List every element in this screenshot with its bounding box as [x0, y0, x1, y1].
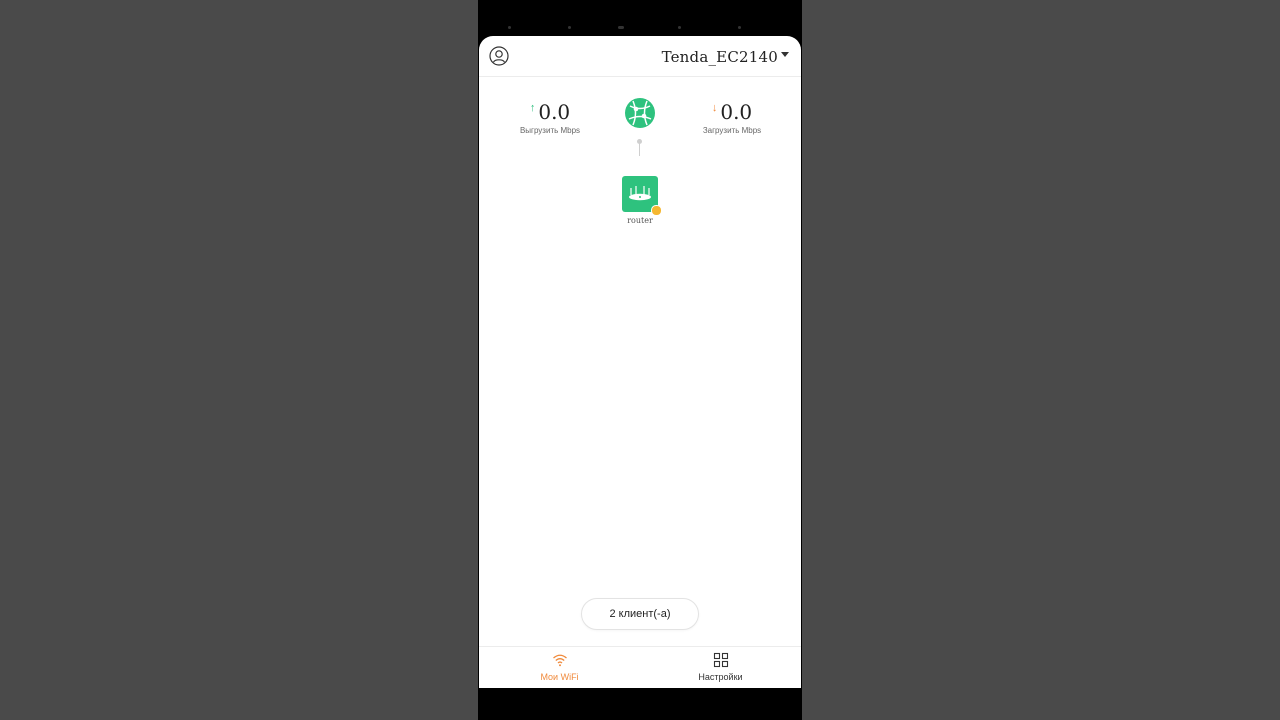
- globe-icon: [625, 98, 655, 128]
- download-label: Загрузить Mbps: [702, 126, 762, 135]
- user-account-icon[interactable]: [489, 46, 509, 66]
- video-letterbox-left: [0, 0, 478, 720]
- app-screen: Tenda_EC2140 ↑ 0.0 Выгрузить Mbps ↓ 0.0: [479, 36, 801, 688]
- grid-icon: [713, 652, 728, 668]
- app-header: Tenda_EC2140: [479, 36, 801, 77]
- router-status-badge: [651, 205, 662, 216]
- network-selector[interactable]: Tenda_EC2140: [662, 48, 789, 66]
- upload-value: 0.0: [538, 100, 571, 124]
- bottom-tab-bar: Мои WiFi Настройки: [479, 646, 801, 688]
- tab-settings[interactable]: Настройки: [640, 647, 801, 688]
- tab-my-wifi[interactable]: Мои WiFi: [479, 647, 640, 688]
- arrow-up-icon: ↑: [529, 102, 536, 114]
- caret-down-icon: [781, 51, 789, 57]
- download-stat: ↓ 0.0 Загрузить Mbps: [697, 100, 767, 135]
- router-label: router: [627, 216, 653, 225]
- tab-my-wifi-label: Мои WiFi: [540, 672, 579, 682]
- connection-line: [639, 140, 640, 156]
- phone-frame: Tenda_EC2140 ↑ 0.0 Выгрузить Mbps ↓ 0.0: [478, 0, 802, 720]
- download-value: 0.0: [720, 100, 753, 124]
- tab-settings-label: Настройки: [698, 672, 743, 682]
- router-node[interactable]: [622, 176, 662, 216]
- video-letterbox-right: [802, 0, 1280, 720]
- status-bar: [478, 26, 802, 32]
- wifi-icon: [552, 654, 567, 667]
- clients-button[interactable]: 2 клиент(-а): [581, 598, 699, 630]
- upload-stat: ↑ 0.0 Выгрузить Mbps: [515, 100, 585, 135]
- upload-label: Выгрузить Mbps: [519, 126, 581, 135]
- network-name: Tenda_EC2140: [661, 48, 778, 66]
- arrow-down-icon: ↓: [711, 102, 718, 114]
